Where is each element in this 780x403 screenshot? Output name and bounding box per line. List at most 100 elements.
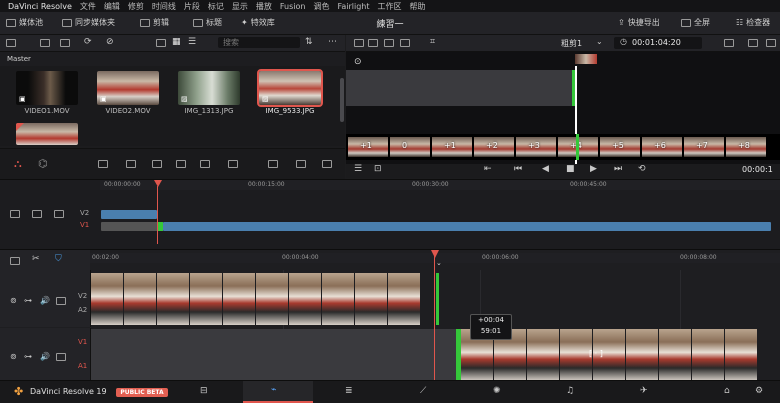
- track-options-icon[interactable]: [10, 210, 20, 218]
- loop-icon[interactable]: ⟲: [638, 164, 646, 174]
- zoom-select[interactable]: 粗剪1: [561, 38, 582, 49]
- menu-item[interactable]: 帮助: [410, 1, 426, 12]
- play-icon[interactable]: ▶: [590, 164, 597, 174]
- clip-frame: [91, 273, 123, 325]
- new-timeline-icon[interactable]: [60, 39, 70, 47]
- transform-icon[interactable]: [748, 39, 758, 47]
- viewer-output-icon[interactable]: [724, 39, 734, 47]
- stop-icon[interactable]: ■: [566, 164, 575, 174]
- video-clip[interactable]: [91, 273, 437, 325]
- track-height-icon[interactable]: [54, 210, 64, 218]
- playhead-marker[interactable]: [154, 180, 162, 187]
- options-icon[interactable]: ⋯: [328, 37, 337, 47]
- pool-scrollbar[interactable]: [340, 78, 344, 122]
- more-options-icon[interactable]: [766, 39, 776, 47]
- speaker-icon[interactable]: 🔊: [40, 296, 50, 305]
- audio-mode-icon[interactable]: [400, 39, 410, 47]
- clip-thumbnail[interactable]: ▨: [178, 71, 240, 105]
- media-page-icon[interactable]: ⊟: [200, 386, 208, 396]
- fairlight-page-icon[interactable]: ♫: [566, 386, 574, 396]
- clip-thumbnail-selected[interactable]: ▨: [257, 69, 323, 107]
- clip-thumbnail[interactable]: ▣: [16, 71, 78, 105]
- menu-icon[interactable]: ☰: [354, 164, 362, 174]
- detail-view-icon[interactable]: ☰: [188, 37, 196, 47]
- source-tape-icon[interactable]: [384, 39, 394, 47]
- empty-clip[interactable]: [91, 329, 456, 381]
- menu-item[interactable]: 修剪: [128, 1, 144, 12]
- safe-area-icon[interactable]: ⌗: [430, 37, 435, 47]
- new-bin-icon[interactable]: [40, 39, 50, 47]
- timecode-display[interactable]: ◷ 00:01:04:20: [614, 37, 702, 49]
- fusion-page-icon[interactable]: ⟋: [420, 386, 426, 396]
- clip-thumbnail[interactable]: ▣: [97, 71, 159, 105]
- menu-item[interactable]: 显示: [232, 1, 248, 12]
- edit-tools-bar: ⛬ ⌬: [0, 148, 345, 179]
- menu-item[interactable]: 编辑: [104, 1, 120, 12]
- bin-name: Master: [0, 52, 345, 66]
- slip-icon[interactable]: ⇤: [484, 164, 492, 174]
- film-frame: +5: [600, 137, 640, 157]
- jump-end-icon[interactable]: ⏭: [614, 164, 622, 174]
- color-page-icon[interactable]: ✺: [493, 386, 501, 396]
- search-input[interactable]: 搜索: [218, 37, 300, 48]
- cut-page-tab[interactable]: ⌁: [243, 381, 313, 403]
- audio-waveform-icon[interactable]: [32, 210, 42, 218]
- menu-item[interactable]: 时间线: [152, 1, 176, 12]
- link-icon[interactable]: ⊶: [24, 296, 32, 305]
- video-toggle-icon[interactable]: [56, 297, 66, 305]
- timeline-clip[interactable]: [101, 210, 157, 219]
- video-icon: ▣: [19, 95, 26, 103]
- sort-icon[interactable]: ⇅: [305, 37, 313, 47]
- source-overwrite-icon[interactable]: [322, 160, 332, 168]
- timeline-clip[interactable]: [163, 222, 771, 231]
- menu-item[interactable]: Fairlight: [337, 2, 369, 11]
- home-icon[interactable]: ⌂: [724, 386, 730, 396]
- edit-page-icon[interactable]: ≣: [345, 386, 353, 396]
- clip-thumbnail[interactable]: [16, 123, 78, 145]
- viewer-layout-icon[interactable]: [354, 39, 364, 47]
- link-icon[interactable]: ⊘: [106, 37, 114, 47]
- menu-item[interactable]: 标记: [208, 1, 224, 12]
- insert-icon[interactable]: [98, 160, 108, 168]
- replace-icon[interactable]: [152, 160, 162, 168]
- menu-item[interactable]: 工作区: [378, 1, 402, 12]
- playhead-marker[interactable]: [431, 250, 439, 258]
- overwrite-icon[interactable]: [126, 160, 136, 168]
- sync-icon[interactable]: ⟳: [84, 37, 92, 47]
- fit-fill-icon[interactable]: [176, 160, 186, 168]
- close-up-icon[interactable]: [296, 160, 306, 168]
- shield-icon[interactable]: ⛉: [55, 254, 62, 264]
- timeline-clip[interactable]: [101, 222, 159, 231]
- menu-item[interactable]: Fusion: [280, 2, 306, 11]
- gear-icon[interactable]: ⚙: [755, 386, 763, 396]
- video-toggle-icon[interactable]: [56, 353, 66, 361]
- list-view-icon[interactable]: [156, 39, 166, 47]
- menu-item[interactable]: 播放: [256, 1, 272, 12]
- append-icon[interactable]: [228, 160, 238, 168]
- record-icon[interactable]: ⊡: [374, 164, 382, 174]
- place-on-top-icon[interactable]: [200, 160, 210, 168]
- link-tool-icon[interactable]: ⌬: [38, 157, 48, 170]
- menu-item[interactable]: 文件: [80, 1, 96, 12]
- lock-icon[interactable]: ⊚: [10, 296, 17, 305]
- menu-item[interactable]: 片段: [184, 1, 200, 12]
- viewer-mode-icon[interactable]: [368, 39, 378, 47]
- reverse-icon[interactable]: ◀: [542, 164, 549, 174]
- panel-toggle-icon[interactable]: [6, 39, 16, 47]
- lock-icon[interactable]: ⊚: [10, 352, 17, 361]
- project-title: 練習一: [376, 20, 404, 30]
- grid-view-icon[interactable]: ▦: [172, 37, 181, 47]
- deliver-page-icon[interactable]: ✈: [640, 386, 648, 396]
- upper-ruler[interactable]: 00:00:00:00 00:00:15:00 00:00:30:00 00:0…: [100, 180, 780, 190]
- link-icon[interactable]: ⊶: [24, 352, 32, 361]
- timeline-clip[interactable]: [346, 70, 576, 106]
- cut-tool-icon[interactable]: ⛬: [14, 157, 22, 171]
- jump-start-icon[interactable]: ⏮: [514, 164, 522, 174]
- timeline-view-icon[interactable]: [10, 257, 20, 265]
- app-menu[interactable]: DaVinci Resolve: [8, 2, 72, 11]
- ripple-icon[interactable]: [268, 160, 278, 168]
- menu-item[interactable]: 调色: [313, 1, 329, 12]
- image-icon: ▨: [262, 95, 269, 103]
- speaker-icon[interactable]: 🔊: [40, 352, 50, 361]
- scissors-icon[interactable]: ✂: [32, 254, 40, 264]
